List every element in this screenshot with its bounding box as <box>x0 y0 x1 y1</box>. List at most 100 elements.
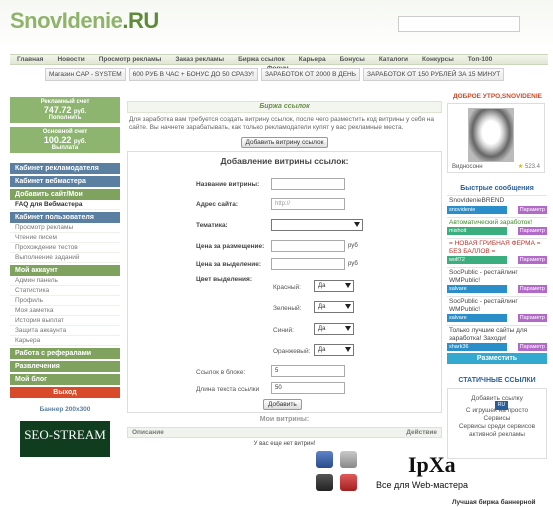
static-link[interactable]: Сервисы среди сервисов активной рекламы <box>448 423 546 439</box>
message-user[interactable]: wolf72 <box>447 256 507 264</box>
menu-item[interactable]: Моя заметка <box>10 306 120 316</box>
red-select[interactable]: Да <box>314 280 354 292</box>
nav-order-ads[interactable]: Заказ рекламы <box>168 55 231 64</box>
message-text[interactable]: = НОВАЯ ГРИБНАЯ ФЕРМА = БЕЗ БАЛЛОВ = <box>447 239 547 256</box>
message-user[interactable]: salvare <box>447 285 507 293</box>
site-logo[interactable]: SnovIdenie.RU <box>10 8 159 34</box>
message-item: SocPublic - рестайлинг WMPublic! salvare… <box>447 296 547 322</box>
message-text[interactable]: Только лучшие сайты для заработка! Заход… <box>447 326 547 343</box>
menu-item[interactable]: Карьера <box>10 336 120 346</box>
ad-link[interactable]: Магазин CAP - SYSTEM <box>45 68 126 81</box>
orange-label: Оранжевый: <box>273 348 311 355</box>
menu-advertiser[interactable]: Кабинет рекламодателя <box>10 163 120 174</box>
menu-item[interactable]: Просмотр рекламы <box>10 223 120 233</box>
green-select[interactable]: Да <box>314 301 354 313</box>
seo-stream-banner[interactable]: SEO-STREAM <box>20 421 110 457</box>
withdraw-link[interactable]: Выплата <box>10 145 120 151</box>
currency-label: руб <box>348 243 358 249</box>
submit-button[interactable]: Добавить <box>263 399 302 410</box>
orange-select[interactable]: Да <box>314 344 354 356</box>
rating-value: 523.4 <box>524 164 540 170</box>
place-message-button[interactable]: Разместить <box>447 353 547 364</box>
message-text[interactable]: SnovIdenieBREND <box>447 196 547 206</box>
message-user[interactable]: salvare <box>447 314 507 322</box>
social-icon[interactable] <box>340 451 357 468</box>
social-icon[interactable] <box>316 451 333 468</box>
link-length-input[interactable]: 50 <box>271 382 345 394</box>
menu-item[interactable]: История выплат <box>10 316 120 326</box>
orange-select-value: Да <box>318 347 326 353</box>
nav-catalogs[interactable]: Каталоги <box>372 55 415 64</box>
price-select-input[interactable] <box>271 258 345 270</box>
menu-item[interactable]: Чтение писем <box>10 233 120 243</box>
banner-title: Баннер 200x300 <box>39 406 91 413</box>
blue-select[interactable]: Да <box>314 323 354 335</box>
nav-home[interactable]: Главная <box>10 55 50 64</box>
main-balance-amount: 100.22 руб. <box>10 135 120 145</box>
ru-badge: RU <box>495 401 508 410</box>
vitrine-name-input[interactable] <box>271 178 345 190</box>
menu-faq[interactable]: FAQ для Вебмастера <box>10 200 120 210</box>
static-link[interactable]: Сервисы <box>448 415 546 423</box>
social-icon[interactable] <box>340 474 357 491</box>
theme-select[interactable] <box>271 219 363 231</box>
links-count-label: Ссылок в блоке: <box>196 369 246 376</box>
menu-referrals[interactable]: Работа с рефералами <box>10 348 120 359</box>
blue-select-value: Да <box>318 326 326 332</box>
nav-contests[interactable]: Конкурсы <box>415 55 461 64</box>
message-text[interactable]: SocPublic - рестайлинг WMPublic! <box>447 268 547 285</box>
message-text[interactable]: SocPublic - рестайлинг WMPublic! <box>447 297 547 314</box>
social-icon[interactable] <box>316 474 333 491</box>
ad-balance-topup-link[interactable]: Пополнить <box>10 115 120 121</box>
nav-news[interactable]: Новости <box>50 55 91 64</box>
menu-item[interactable]: Статистика <box>10 286 120 296</box>
nav-career[interactable]: Карьера <box>292 55 333 64</box>
nav-view-ads[interactable]: Просмотр рекламы <box>92 55 169 64</box>
message-tag[interactable]: Параметр <box>517 227 547 235</box>
message-text[interactable]: Автоматический заработок! <box>447 218 547 228</box>
banner-exchange-link[interactable]: Лучшая биржа баннерной <box>452 499 536 506</box>
red-select-value: Да <box>318 283 326 289</box>
user-name[interactable]: Видносонн <box>452 164 483 170</box>
name-label: Название витрины: <box>196 181 260 188</box>
site-url-input[interactable]: http:// <box>271 198 345 210</box>
nav-link-exchange[interactable]: Биржа ссылок <box>231 55 292 64</box>
header-search-field[interactable] <box>398 16 520 32</box>
price-select-label: Цена за выделение: <box>196 261 262 268</box>
message-user[interactable]: snovidenie <box>447 205 507 214</box>
menu-webmaster[interactable]: Кабинет вебмастера <box>10 176 120 187</box>
logo-tld-text: .RU <box>122 8 159 33</box>
message-tag[interactable]: Параметр <box>517 285 547 293</box>
my-vitrines-title: Мои витрины: <box>259 416 310 423</box>
menu-user-cabinet[interactable]: Кабинет пользователя <box>10 212 120 223</box>
message-user[interactable]: shark36 <box>447 343 507 351</box>
menu-item[interactable]: Выполнение заданий <box>10 253 120 263</box>
message-tag[interactable]: Параметр <box>517 256 547 264</box>
menu-my-account[interactable]: Мой аккаунт <box>10 265 120 276</box>
menu-item[interactable]: Профиль <box>10 296 120 306</box>
menu-item[interactable]: Защита аккаунта <box>10 326 120 336</box>
links-count-input[interactable]: 5 <box>271 365 345 377</box>
menu-my-blog[interactable]: Мой блог <box>10 374 120 385</box>
empty-vitrines-message: У вас еще нет витрин! <box>253 441 316 447</box>
menu-item[interactable]: Прохождение тестов <box>10 243 120 253</box>
add-vitrine-button[interactable]: Добавить витрину ссылок <box>240 137 329 148</box>
message-tag[interactable]: Параметр <box>517 205 547 214</box>
ad-link[interactable]: 600 РУБ В ЧАС + БОНУС ДО 50 СРАЗУ! <box>128 68 258 81</box>
top-navigation: Главная Новости Просмотр рекламы Заказ р… <box>10 54 548 65</box>
ad-link[interactable]: ЗАРАБОТОК ОТ 150 РУБЛЕЙ ЗА 15 МИНУТ <box>363 68 505 81</box>
message-tag[interactable]: Параметр <box>517 343 547 351</box>
menu-entertainment[interactable]: Развлечения <box>10 361 120 372</box>
menu-add-site[interactable]: Добавить сайт/Мои витрины <box>10 189 120 209</box>
nav-bonuses[interactable]: Бонусы <box>333 55 372 64</box>
logout-button[interactable]: Выход <box>10 387 120 398</box>
ad-link[interactable]: ЗАРАБОТОК ОТ 2000 В ДЕНЬ <box>260 68 360 81</box>
nav-top100[interactable]: Топ-100 <box>461 55 499 64</box>
currency-label: руб <box>348 261 358 267</box>
message-user[interactable]: mishoit <box>447 227 507 235</box>
avatar[interactable] <box>468 108 514 162</box>
price-place-input[interactable] <box>271 240 345 252</box>
menu-item[interactable]: Админ панель <box>10 276 120 286</box>
fast-messages-title: Быстрые сообщения <box>460 185 534 192</box>
message-tag[interactable]: Параметр <box>517 314 547 322</box>
